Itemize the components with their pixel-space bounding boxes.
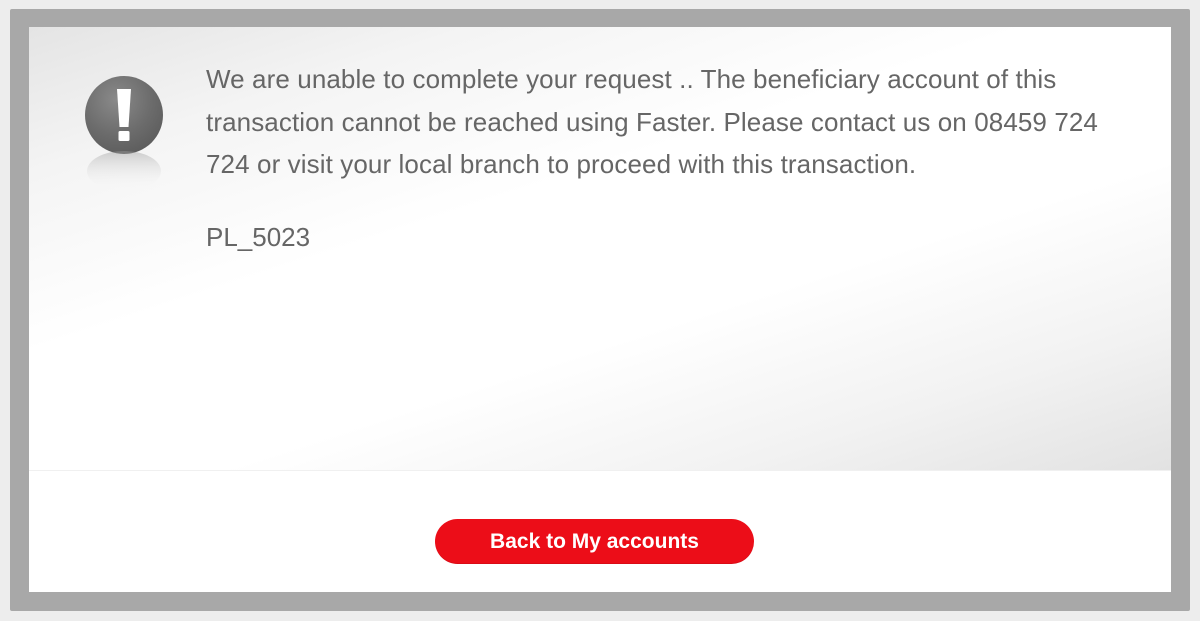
back-to-my-accounts-button[interactable]: Back to My accounts [435, 519, 754, 564]
error-code: PL_5023 [206, 222, 311, 252]
error-message: We are unable to complete your request .… [206, 64, 1098, 179]
error-panel: We are unable to complete your request .… [29, 27, 1171, 592]
message-area: We are unable to complete your request .… [29, 27, 1171, 471]
exclamation-icon [85, 76, 163, 191]
dialog-frame: We are unable to complete your request .… [10, 9, 1190, 611]
